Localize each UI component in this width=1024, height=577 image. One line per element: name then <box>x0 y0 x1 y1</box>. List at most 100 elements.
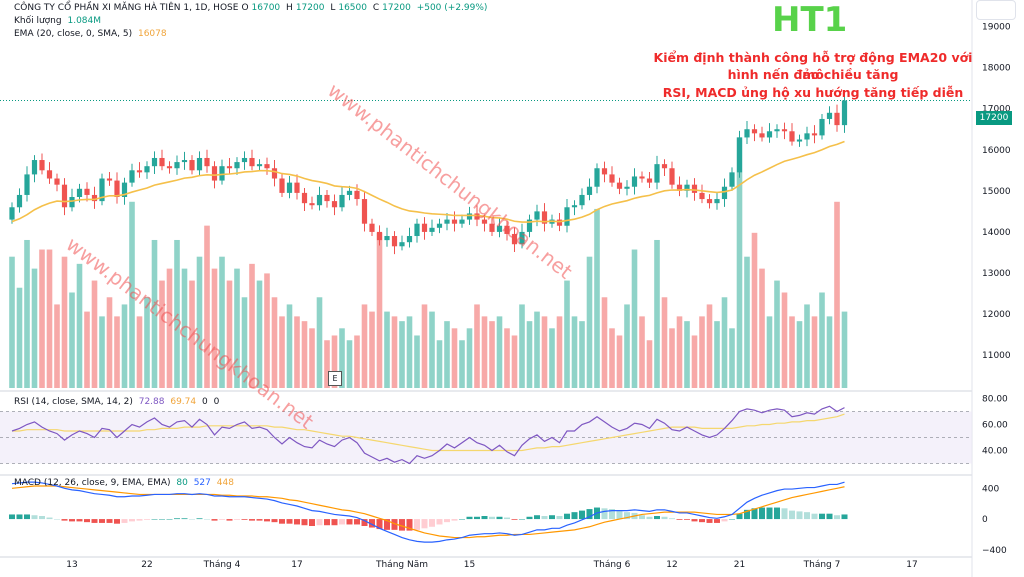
volume-bar <box>631 249 638 388</box>
candle-body <box>69 197 75 208</box>
high-value: 17200 <box>295 3 325 13</box>
candle-body <box>204 157 210 167</box>
candle-body <box>361 199 368 224</box>
macd-tick-label: 0 <box>982 515 988 525</box>
candle-body <box>174 162 180 169</box>
macd-histogram-bar <box>654 516 660 520</box>
macd-histogram-bar <box>564 513 570 520</box>
macd-histogram-bar <box>481 516 488 520</box>
candle-body <box>744 129 750 138</box>
volume-bar <box>459 340 465 388</box>
volume-bar <box>646 340 653 388</box>
candle-body <box>241 157 248 163</box>
candle-body <box>759 133 765 138</box>
macd-histogram-bar <box>526 516 533 520</box>
volume-bar <box>369 311 375 388</box>
symbol-legend: CÔNG TY CỔ PHẦN XI MĂNG HÀ TIÊN 1, 1D, H… <box>14 3 490 13</box>
macd-histogram-bar <box>766 507 773 520</box>
macd-histogram-bar <box>204 519 210 520</box>
volume-bar <box>699 316 705 388</box>
volume-legend: Khối lượng 1.084M <box>14 16 104 26</box>
candle-body <box>669 168 675 185</box>
volume-bar <box>684 321 690 388</box>
candle-body <box>346 190 353 195</box>
volume-bar <box>436 340 443 388</box>
annotation-line-3: RSI, MACD ủng hộ xu hướng tăng tiếp diễn <box>662 85 964 100</box>
volume-bar <box>556 316 563 388</box>
macd-histogram-bar <box>309 519 315 526</box>
macd-histogram-bar <box>549 515 555 520</box>
volume-bar <box>579 321 585 388</box>
candle-body <box>406 236 413 243</box>
volume-bar <box>99 316 105 388</box>
price-tick-label: 19000 <box>982 23 1011 33</box>
macd-histogram-bar <box>414 519 420 530</box>
volume-bar <box>271 297 278 388</box>
candle-body <box>586 186 593 195</box>
macd-histogram-bar <box>721 519 728 522</box>
volume-bar <box>534 311 540 388</box>
candle-body <box>286 182 293 193</box>
macd-histogram-bar <box>781 508 788 520</box>
macd-histogram-bar <box>759 507 765 520</box>
volume-bar <box>106 297 113 388</box>
candle-body <box>451 219 458 224</box>
macd-histogram-bar <box>804 512 810 520</box>
candle-body <box>339 194 345 208</box>
rsi-value: 72.88 <box>138 397 165 407</box>
volume-bar <box>121 304 128 388</box>
candle-body <box>294 182 300 193</box>
price-tick-label: 16000 <box>982 146 1011 156</box>
macd-histogram-bar <box>39 516 45 520</box>
volume-bar <box>399 321 405 388</box>
candle-body <box>136 170 143 173</box>
macd-tick-label: −400 <box>982 546 1007 556</box>
macd-histogram-bar <box>151 519 158 520</box>
macd-label: MACD (12, 26, close, 9, EMA, EMA) <box>14 478 171 488</box>
macd-histogram-bar <box>339 519 345 525</box>
candle-body <box>309 203 315 206</box>
time-tick-label: 21 <box>734 560 745 570</box>
last-price-tag: 17200 <box>976 111 1012 125</box>
macd-histogram-bar <box>556 516 563 520</box>
volume-bar <box>676 316 683 388</box>
macd-histogram-bar <box>451 519 458 521</box>
candle-body <box>466 213 473 220</box>
low-value: 16500 <box>338 3 367 13</box>
earnings-marker[interactable]: E <box>328 371 342 386</box>
candle-body <box>151 157 158 167</box>
candle-body <box>654 164 660 183</box>
macd-histogram-bar <box>301 519 308 526</box>
company-name: CÔNG TY CỔ PHẦN XI MĂNG HÀ TIÊN 1, 1D, H… <box>14 3 239 13</box>
candle-body <box>9 207 15 220</box>
volume-bar <box>811 316 818 388</box>
ticker-annotation: HT1 <box>772 0 848 40</box>
volume-bar <box>564 280 570 388</box>
macd-histogram-bar <box>661 516 668 520</box>
macd-histogram-bar <box>84 519 90 523</box>
macd-histogram-bar <box>346 519 353 525</box>
volume-bar <box>481 316 488 388</box>
candle-body <box>256 164 263 167</box>
candle-body <box>196 157 203 171</box>
candle-body <box>159 157 165 167</box>
volume-bar <box>46 249 53 388</box>
volume-bar <box>826 316 833 388</box>
volume-bar <box>571 316 578 388</box>
macd-histogram-bar <box>616 510 623 520</box>
candle-body <box>354 190 360 200</box>
candle-body <box>129 170 135 183</box>
chart-settings-button[interactable] <box>976 0 1016 20</box>
volume-bar <box>466 328 473 388</box>
macd-histogram-bar <box>459 519 465 520</box>
candle-body <box>609 174 615 183</box>
candle-body <box>331 201 338 208</box>
macd-histogram-bar <box>189 519 195 520</box>
macd-histogram-bar <box>841 514 848 520</box>
volume-bar <box>511 335 518 388</box>
candle-body <box>774 129 780 132</box>
volume-bar <box>39 249 45 388</box>
macd-histogram-bar <box>444 519 450 523</box>
volume-bar <box>204 225 210 388</box>
volume-bar <box>316 297 323 388</box>
